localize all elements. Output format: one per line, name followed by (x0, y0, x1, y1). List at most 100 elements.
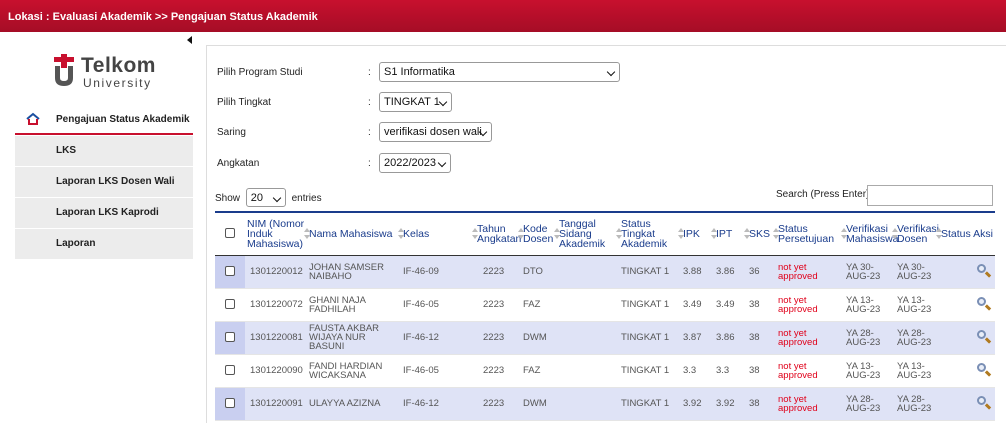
col-status-tingkat[interactable]: Status Tingkat Akademik (616, 211, 681, 256)
chevron-down-icon (606, 67, 616, 77)
col-nama[interactable]: Nama Mahasiswa (304, 211, 401, 256)
magnifier-icon[interactable] (977, 395, 992, 410)
magnifier-icon[interactable] (977, 263, 992, 278)
cell-persetujuan: not yet approved (776, 354, 844, 388)
cell-nama: JOHAN SAMSER NAIBAHO (307, 255, 401, 289)
chevron-down-icon (272, 193, 282, 203)
cell-ipt: 3.92 (714, 387, 747, 421)
cell-persetujuan: not yet approved (776, 255, 844, 289)
entries-select[interactable]: 20 (245, 188, 286, 207)
cell-nama: FAUSTA AKBAR WIJAYA NUR BASUNI (307, 321, 401, 355)
row-checkbox-cell (215, 321, 245, 355)
cell-status: TINGKAT 1 (619, 288, 681, 322)
cell-tanggal (557, 288, 619, 322)
select-all-checkbox[interactable] (225, 227, 235, 238)
cell-ipt: 3.86 (714, 321, 747, 355)
saring-label: Saring (217, 127, 246, 138)
main-panel: Pilih Program Studi : S1 Informatika Pil… (206, 45, 1006, 423)
row-checkbox[interactable] (225, 397, 235, 408)
cell-nim: 1301220012 (245, 255, 307, 289)
cell-nim: 1301220072 (245, 288, 307, 322)
cell-persetujuan: not yet approved (776, 288, 844, 322)
cell-kelas: IF-46-05 (401, 354, 475, 388)
row-checkbox[interactable] (225, 298, 235, 309)
cell-verifikasi-mahasiswa: YA 13-AUG-23 (844, 288, 895, 322)
row-checkbox[interactable] (225, 265, 235, 276)
angkatan-label: Angkatan (217, 158, 260, 169)
cell-nim: 1301220081 (245, 321, 307, 355)
cell-tahun: 2223 (475, 321, 521, 355)
table-row: 1301220072 GHANI NAJA FADHILAH IF-46-05 … (215, 288, 995, 322)
cell-sks: 38 (747, 354, 776, 388)
tingkat-label: Pilih Tingkat (217, 97, 271, 108)
col-kelas[interactable]: Kelas (398, 211, 475, 256)
col-status-aksi[interactable]: Status Aksi (936, 211, 995, 256)
cell-kelas: IF-46-09 (401, 255, 475, 289)
logo-subtitle: University (83, 76, 152, 90)
row-checkbox-cell (215, 354, 245, 388)
cell-ipk: 3.3 (681, 354, 714, 388)
entries-label: entries (291, 193, 322, 205)
magnifier-icon[interactable] (977, 362, 992, 377)
cell-status: TINGKAT 1 (619, 321, 681, 355)
cell-dosen: DTO (521, 255, 557, 289)
sidebar-item-laporan[interactable]: Laporan (15, 229, 193, 259)
row-checkbox[interactable] (225, 364, 235, 375)
tingkat-select[interactable]: TINGKAT 1 (379, 92, 452, 112)
sidebar-menu: Pengajuan Status Akademik LKS Laporan LK… (15, 103, 193, 260)
telkom-university-logo: Telkom University (52, 54, 162, 92)
collapse-arrow-icon[interactable] (187, 36, 192, 44)
cell-verifikasi-dosen: YA 28-AUG-23 (895, 321, 939, 355)
program-studi-select[interactable]: S1 Informatika (379, 62, 620, 82)
cell-nim: 1301220090 (245, 354, 307, 388)
col-verifikasi-mahasiswa[interactable]: Verifikasi Mahasiswa (841, 211, 899, 256)
table-row: 1301220090 FANDI HARDIAN WICAKSANA IF-46… (215, 354, 995, 388)
cell-sks: 38 (747, 288, 776, 322)
logo-title: Telkom (81, 54, 156, 77)
row-checkbox[interactable] (225, 331, 235, 342)
tingkat-value: TINGKAT 1 (384, 96, 440, 108)
cell-aksi (939, 288, 995, 322)
col-ipk[interactable]: IPK (678, 211, 714, 256)
col-verifikasi-dosen[interactable]: Verifikasi Dosen (892, 211, 939, 256)
cell-verifikasi-dosen: YA 13-AUG-23 (895, 354, 939, 388)
show-label: Show (215, 193, 241, 205)
cell-tahun: 2223 (475, 387, 521, 421)
col-nim[interactable]: NIM (Nomor Induk Mahasiswa) (245, 211, 307, 256)
magnifier-icon[interactable] (977, 329, 992, 344)
location-breadcrumb: Lokasi : Evaluasi Akademik >> Pengajuan … (0, 0, 1006, 32)
sidebar-item-laporan-lks-kaprodi[interactable]: Laporan LKS Kaprodi (15, 198, 193, 228)
search-label: Search (Press Enter): (776, 189, 873, 200)
cell-dosen: DWM (521, 321, 557, 355)
cell-nama: FANDI HARDIAN WICAKSANA (307, 354, 401, 388)
angkatan-value: 2022/2023 (384, 157, 436, 169)
sidebar-item-label: Pengajuan Status Akademik (56, 114, 190, 125)
sidebar-item-pengajuan-status-akademik[interactable]: Pengajuan Status Akademik (15, 103, 193, 135)
cell-aksi (939, 354, 995, 388)
sidebar-item-lks[interactable]: LKS (15, 136, 193, 166)
col-kode-dosen[interactable]: Kode Dosen (518, 211, 557, 256)
col-ipt[interactable]: IPT (711, 211, 747, 256)
sidebar-item-label: Laporan (56, 238, 96, 249)
sidebar-item-label: Laporan LKS Kaprodi (56, 207, 159, 218)
magnifier-icon[interactable] (977, 296, 992, 311)
status-akademik-table: NIM (Nomor Induk Mahasiswa) Nama Mahasis… (215, 211, 995, 421)
home-icon (26, 112, 40, 125)
saring-select[interactable]: verifikasi dosen wali (379, 122, 492, 142)
colon: : (368, 158, 371, 169)
col-tahun-angkatan[interactable]: Tahun Angkatan (472, 211, 521, 256)
col-status-persetujuan[interactable]: Status Persetujuan (773, 211, 844, 256)
col-sks[interactable]: SKS (744, 211, 776, 256)
sidebar-item-laporan-lks-dosen-wali[interactable]: Laporan LKS Dosen Wali (15, 167, 193, 197)
cell-kelas: IF-46-05 (401, 288, 475, 322)
table-row: 1301220081 FAUSTA AKBAR WIJAYA NUR BASUN… (215, 321, 995, 355)
row-checkbox-cell (215, 387, 245, 421)
col-tanggal-sidang[interactable]: Tanggal Sidang Akademik (554, 211, 619, 256)
cell-tahun: 2223 (475, 255, 521, 289)
cell-verifikasi-mahasiswa: YA 28-AUG-23 (844, 387, 895, 421)
sidebar-item-label: Laporan LKS Dosen Wali (56, 176, 175, 187)
search-input[interactable] (867, 185, 993, 206)
program-studi-label: Pilih Program Studi (217, 67, 303, 78)
angkatan-select[interactable]: 2022/2023 (379, 153, 451, 173)
cell-verifikasi-mahasiswa: YA 28-AUG-23 (844, 321, 895, 355)
